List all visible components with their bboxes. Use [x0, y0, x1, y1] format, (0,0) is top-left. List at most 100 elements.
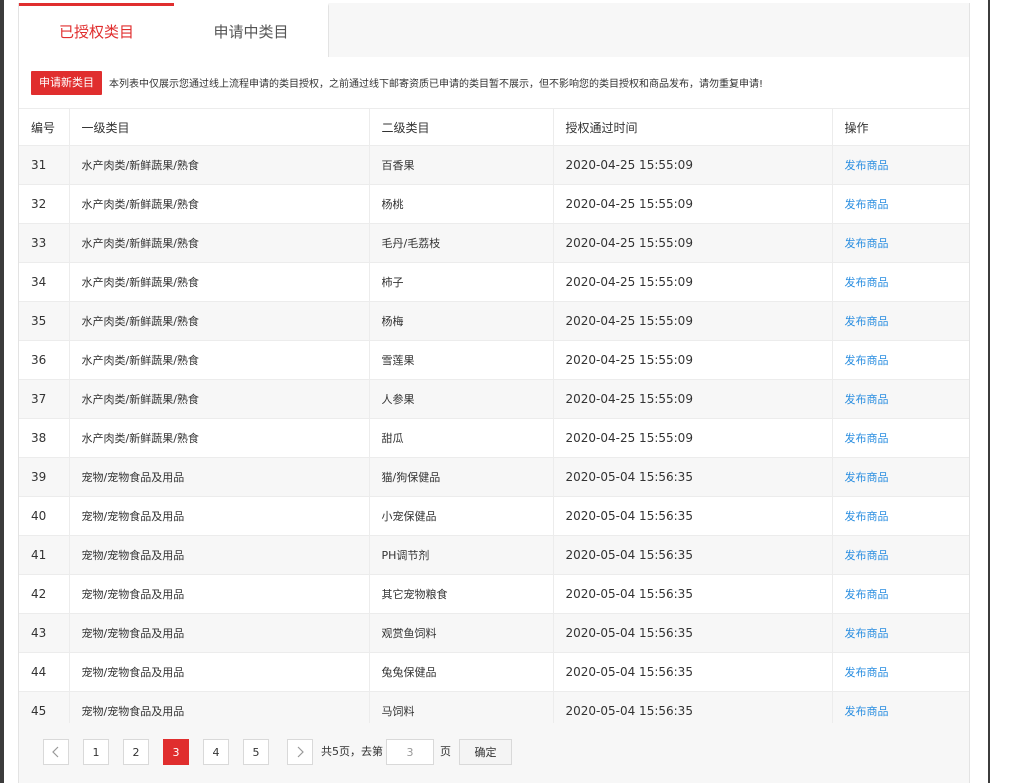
cell-action: 发布商品 — [832, 223, 969, 263]
cell-level2-category: 甜瓜 — [369, 418, 554, 458]
apply-new-category-button[interactable]: 申请新类目 — [31, 70, 102, 95]
cell-authorized-time: 2020-04-25 15:55:09 — [553, 379, 833, 419]
page-suffix-label: 页 — [440, 745, 451, 758]
cell-level2-category: 其它宠物粮食 — [369, 574, 554, 614]
cell-level1-category: 水产肉类/新鲜蔬果/熟食 — [69, 262, 370, 302]
publish-product-link[interactable]: 发布商品 — [845, 510, 889, 523]
category-panel: 已授权类目 申请中类目 申请新类目 本列表中仅展示您通过线上流程申请的类目授权，… — [18, 3, 970, 783]
cell-action: 发布商品 — [832, 457, 969, 497]
total-pages-label: 共5页，去第 — [321, 745, 383, 758]
cell-authorized-time: 2020-04-25 15:55:09 — [553, 184, 833, 224]
tab-pending-categories[interactable]: 申请中类目 — [174, 3, 329, 57]
publish-product-link[interactable]: 发布商品 — [845, 627, 889, 640]
cell-id: 43 — [19, 613, 70, 653]
publish-product-link[interactable]: 发布商品 — [845, 276, 889, 289]
table-row: 36 水产肉类/新鲜蔬果/熟食 雪莲果 2020-04-25 15:55:09 发布商品 — [19, 340, 969, 380]
cell-authorized-time: 2020-05-04 15:56:35 — [553, 613, 833, 653]
cell-level2-category: 毛丹/毛荔枝 — [369, 223, 554, 263]
cell-action: 发布商品 — [832, 184, 969, 224]
goto-page-input[interactable] — [386, 739, 434, 765]
cell-level1-category: 水产肉类/新鲜蔬果/熟食 — [69, 145, 370, 185]
cell-level2-category: 杨梅 — [369, 301, 554, 341]
table-row: 41 宠物/宠物食品及用品 PH调节剂 2020-05-04 15:56:35 发布商品 — [19, 535, 969, 575]
cell-level2-category: 柿子 — [369, 262, 554, 302]
page-button-4[interactable]: 4 — [203, 739, 229, 765]
header-level2-category: 二级类目 — [369, 109, 554, 146]
cell-authorized-time: 2020-04-25 15:55:09 — [553, 145, 833, 185]
cell-authorized-time: 2020-05-04 15:56:35 — [553, 535, 833, 575]
publish-product-link[interactable]: 发布商品 — [845, 354, 889, 367]
publish-product-link[interactable]: 发布商品 — [845, 432, 889, 445]
cell-level1-category: 水产肉类/新鲜蔬果/熟食 — [69, 418, 370, 458]
header-level1-category: 一级类目 — [69, 109, 370, 146]
page-button-3-current[interactable]: 3 — [163, 739, 189, 765]
prev-page-button[interactable] — [43, 739, 69, 765]
publish-product-link[interactable]: 发布商品 — [845, 705, 889, 718]
cell-authorized-time: 2020-04-25 15:55:09 — [553, 340, 833, 380]
cell-authorized-time: 2020-04-25 15:55:09 — [553, 418, 833, 458]
cell-authorized-time: 2020-05-04 15:56:35 — [553, 496, 833, 536]
publish-product-link[interactable]: 发布商品 — [845, 237, 889, 250]
publish-product-link[interactable]: 发布商品 — [845, 159, 889, 172]
cell-action: 发布商品 — [832, 652, 969, 692]
cell-action: 发布商品 — [832, 496, 969, 536]
cell-authorized-time: 2020-04-25 15:55:09 — [553, 262, 833, 302]
table-header-row: 编号 一级类目 二级类目 授权通过时间 操作 — [19, 109, 969, 146]
cell-id: 37 — [19, 379, 70, 419]
cell-action: 发布商品 — [832, 340, 969, 380]
page-button-1[interactable]: 1 — [83, 739, 109, 765]
cell-authorized-time: 2020-04-25 15:55:09 — [553, 223, 833, 263]
cell-level2-category: PH调节剂 — [369, 535, 554, 575]
cell-action: 发布商品 — [832, 379, 969, 419]
page-button-5[interactable]: 5 — [243, 739, 269, 765]
cell-level1-category: 宠物/宠物食品及用品 — [69, 535, 370, 575]
table-row: 39 宠物/宠物食品及用品 猫/狗保健品 2020-05-04 15:56:35 发布商… — [19, 457, 969, 497]
goto-page-confirm-button[interactable]: 确定 — [459, 739, 512, 765]
cell-level2-category: 猫/狗保健品 — [369, 457, 554, 497]
cell-level1-category: 宠物/宠物食品及用品 — [69, 496, 370, 536]
cell-level1-category: 水产肉类/新鲜蔬果/熟食 — [69, 184, 370, 224]
table-row: 43 宠物/宠物食品及用品 观赏鱼饲料 2020-05-04 15:56:35 发布商品 — [19, 613, 969, 653]
cell-level1-category: 水产肉类/新鲜蔬果/熟食 — [69, 340, 370, 380]
cell-level2-category: 观赏鱼饲料 — [369, 613, 554, 653]
next-page-button[interactable] — [287, 739, 313, 765]
page-button-2[interactable]: 2 — [123, 739, 149, 765]
cell-action: 发布商品 — [832, 613, 969, 653]
cell-authorized-time: 2020-04-25 15:55:09 — [553, 301, 833, 341]
notice-text: 本列表中仅展示您通过线上流程申请的类目授权，之前通过线下邮寄资质已申请的类目暂不… — [109, 79, 764, 90]
table-row: 34 水产肉类/新鲜蔬果/熟食 柿子 2020-04-25 15:55:09 发布商品 — [19, 262, 969, 302]
tab-content: 申请新类目 本列表中仅展示您通过线上流程申请的类目授权，之前通过线下邮寄资质已申… — [19, 57, 969, 731]
cell-level2-category: 人参果 — [369, 379, 554, 419]
publish-product-link[interactable]: 发布商品 — [845, 393, 889, 406]
table-body: 31 水产肉类/新鲜蔬果/熟食 百香果 2020-04-25 15:55:09 发布商品… — [19, 145, 969, 731]
cell-level1-category: 宠物/宠物食品及用品 — [69, 652, 370, 692]
table-row: 33 水产肉类/新鲜蔬果/熟食 毛丹/毛荔枝 2020-04-25 15:55:09 发… — [19, 223, 969, 263]
cell-id: 40 — [19, 496, 70, 536]
cell-level1-category: 宠物/宠物食品及用品 — [69, 574, 370, 614]
publish-product-link[interactable]: 发布商品 — [845, 549, 889, 562]
cell-authorized-time: 2020-05-04 15:56:35 — [553, 652, 833, 692]
cell-authorized-time: 2020-05-04 15:56:35 — [553, 457, 833, 497]
cell-level2-category: 兔兔保健品 — [369, 652, 554, 692]
table-row: 40 宠物/宠物食品及用品 小宠保健品 2020-05-04 15:56:35 发布商品 — [19, 496, 969, 536]
cell-action: 发布商品 — [832, 262, 969, 302]
cell-action: 发布商品 — [832, 418, 969, 458]
tab-authorized-label: 已授权类目 — [58, 23, 134, 41]
cell-level1-category: 宠物/宠物食品及用品 — [69, 457, 370, 497]
publish-product-link[interactable]: 发布商品 — [845, 588, 889, 601]
publish-product-link[interactable]: 发布商品 — [845, 315, 889, 328]
cell-id: 42 — [19, 574, 70, 614]
cell-id: 31 — [19, 145, 70, 185]
tab-authorized-categories[interactable]: 已授权类目 — [19, 3, 174, 57]
header-action: 操作 — [832, 109, 969, 146]
cell-id: 36 — [19, 340, 70, 380]
cell-action: 发布商品 — [832, 535, 969, 575]
cell-action: 发布商品 — [832, 301, 969, 341]
publish-product-link[interactable]: 发布商品 — [845, 198, 889, 211]
cell-level2-category: 百香果 — [369, 145, 554, 185]
table-row: 35 水产肉类/新鲜蔬果/熟食 杨梅 2020-04-25 15:55:09 发布商品 — [19, 301, 969, 341]
cell-id: 41 — [19, 535, 70, 575]
publish-product-link[interactable]: 发布商品 — [845, 471, 889, 484]
publish-product-link[interactable]: 发布商品 — [845, 666, 889, 679]
tab-pending-label: 申请中类目 — [213, 23, 289, 41]
